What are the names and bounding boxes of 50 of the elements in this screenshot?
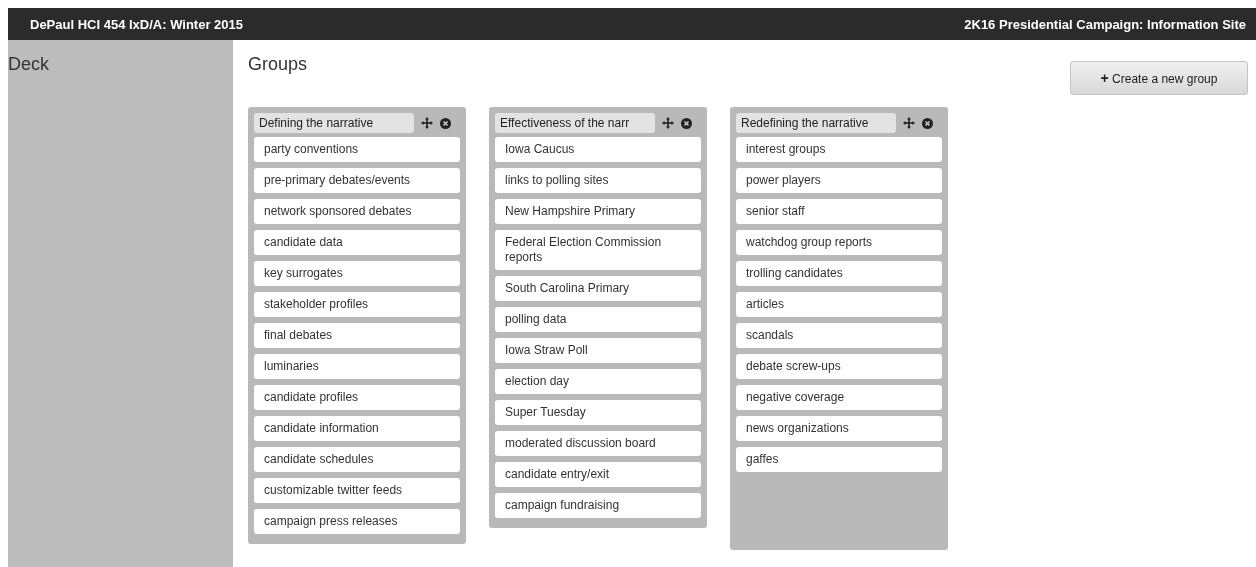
- card-item[interactable]: polling data: [495, 307, 701, 332]
- card-item[interactable]: Federal Election Commission reports: [495, 230, 701, 270]
- card-item[interactable]: stakeholder profiles: [254, 292, 460, 317]
- card-item[interactable]: campaign fundraising: [495, 493, 701, 518]
- card-item[interactable]: candidate profiles: [254, 385, 460, 410]
- card-item[interactable]: candidate schedules: [254, 447, 460, 472]
- card-item[interactable]: party conventions: [254, 137, 460, 162]
- close-icon[interactable]: [922, 117, 933, 129]
- groups-title: Groups: [248, 54, 308, 75]
- card-item[interactable]: Iowa Caucus: [495, 137, 701, 162]
- card-item[interactable]: key surrogates: [254, 261, 460, 286]
- move-icon[interactable]: [662, 117, 674, 129]
- deck-title: Deck: [8, 54, 49, 75]
- card-item[interactable]: candidate information: [254, 416, 460, 441]
- course-title: DePaul HCI 454 IxD/A: Winter 2015: [30, 16, 243, 32]
- card-item[interactable]: news organizations: [736, 416, 942, 441]
- card-item[interactable]: links to polling sites: [495, 168, 701, 193]
- card-item[interactable]: articles: [736, 292, 942, 317]
- card-item[interactable]: senior staff: [736, 199, 942, 224]
- card-item[interactable]: pre-primary debates/events: [254, 168, 460, 193]
- card-item[interactable]: campaign press releases: [254, 509, 460, 534]
- card-item[interactable]: candidate entry/exit: [495, 462, 701, 487]
- create-group-button[interactable]: + Create a new group: [1070, 61, 1248, 95]
- group-name-field[interactable]: Redefining the narrative: [736, 113, 896, 133]
- card-item[interactable]: trolling candidates: [736, 261, 942, 286]
- card-item[interactable]: South Carolina Primary: [495, 276, 701, 301]
- card-item[interactable]: candidate data: [254, 230, 460, 255]
- group-name-field[interactable]: Defining the narrative: [254, 113, 414, 133]
- card-item[interactable]: customizable twitter feeds: [254, 478, 460, 503]
- group-name-field[interactable]: Effectiveness of the narr: [495, 113, 655, 133]
- close-icon[interactable]: [440, 117, 451, 129]
- card-item[interactable]: Super Tuesday: [495, 400, 701, 425]
- card-item[interactable]: watchdog group reports: [736, 230, 942, 255]
- card-item[interactable]: negative coverage: [736, 385, 942, 410]
- card-item[interactable]: network sponsored debates: [254, 199, 460, 224]
- card-item[interactable]: final debates: [254, 323, 460, 348]
- card-item[interactable]: power players: [736, 168, 942, 193]
- card-item[interactable]: interest groups: [736, 137, 942, 162]
- card-item[interactable]: moderated discussion board: [495, 431, 701, 456]
- close-icon[interactable]: [681, 117, 692, 129]
- card-item[interactable]: gaffes: [736, 447, 942, 472]
- card-item[interactable]: scandals: [736, 323, 942, 348]
- card-item[interactable]: debate screw-ups: [736, 354, 942, 379]
- move-icon[interactable]: [903, 117, 915, 129]
- card-item[interactable]: election day: [495, 369, 701, 394]
- card-item[interactable]: New Hampshire Primary: [495, 199, 701, 224]
- move-icon[interactable]: [421, 117, 433, 129]
- site-title: 2K16 Presidential Campaign: Information Site: [964, 16, 1246, 32]
- card-item[interactable]: Iowa Straw Poll: [495, 338, 701, 363]
- card-item[interactable]: luminaries: [254, 354, 460, 379]
